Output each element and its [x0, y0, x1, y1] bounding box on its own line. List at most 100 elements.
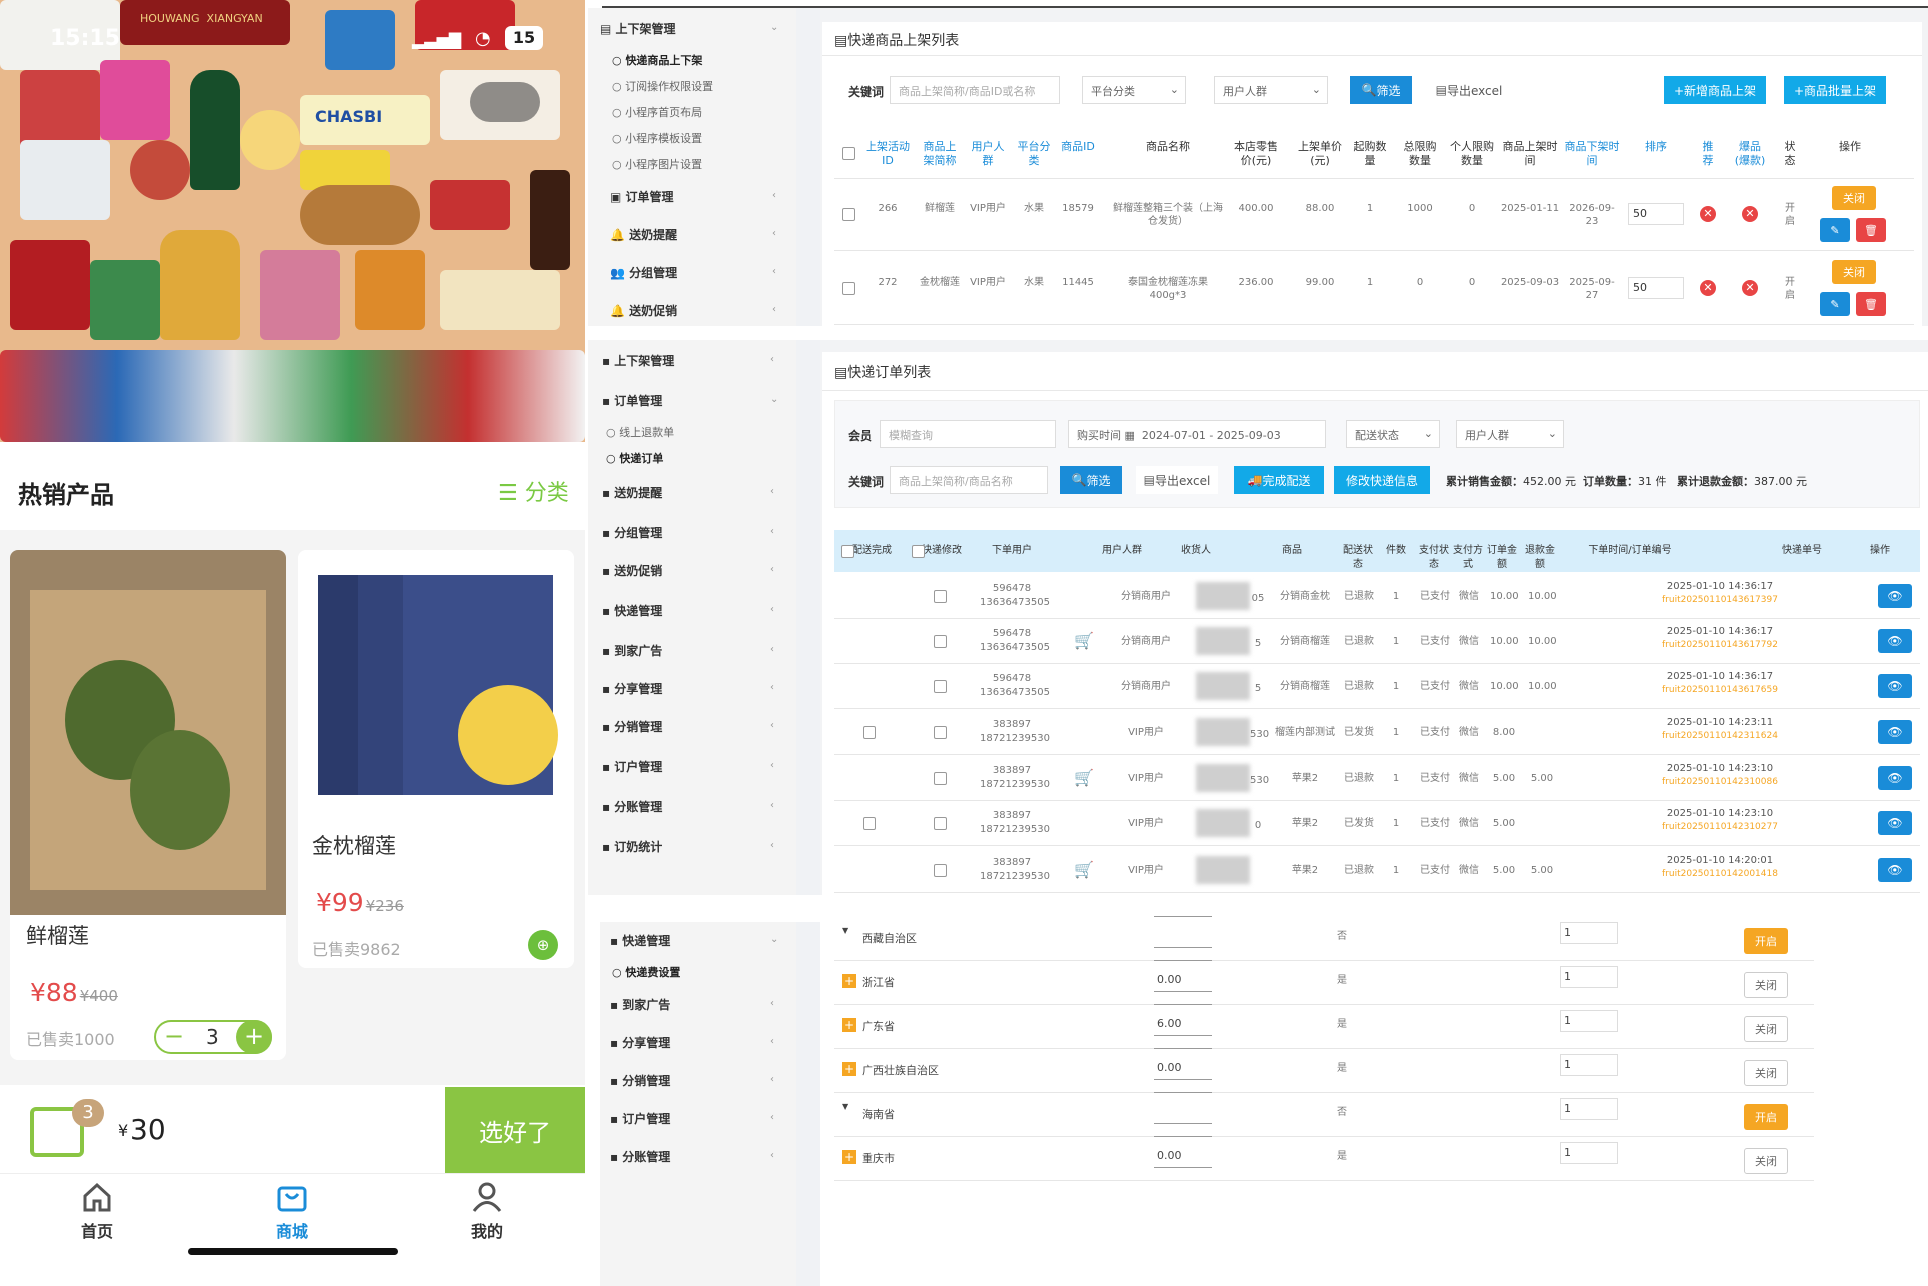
cart-icon[interactable]: 🛒 — [1074, 768, 1094, 787]
sidebar-item[interactable]: ▪ 到家广告 — [602, 642, 662, 659]
toggle-button[interactable]: 开启 — [1744, 928, 1788, 954]
edit-icon[interactable]: ✎ — [1820, 218, 1850, 242]
group-select[interactable]: 用户人群 ⌄ — [1456, 420, 1564, 448]
finish-delivery-button[interactable]: 🚚 完成配送 — [1234, 466, 1324, 494]
collapse-icon[interactable]: ▼ — [842, 1102, 848, 1111]
close-circle-icon[interactable]: ✕ — [1742, 280, 1758, 296]
sidebar-item[interactable]: ○ 线上退款单 — [606, 424, 674, 440]
sort-input[interactable]: 50 — [1628, 203, 1684, 225]
fee-input[interactable] — [1154, 926, 1212, 948]
row-checkbox[interactable] — [934, 864, 947, 877]
sidebar-item[interactable]: ▪ 快递管理 — [610, 932, 670, 949]
expand-icon[interactable]: + — [842, 974, 856, 988]
sidebar-item-home-layout[interactable]: ○ 小程序首页布局 — [612, 104, 702, 120]
add-cart-icon[interactable]: ⊕ — [528, 930, 558, 960]
sidebar-item[interactable]: ▪ 送奶提醒 — [602, 484, 662, 501]
row-checkbox[interactable] — [934, 680, 947, 693]
close-circle-icon[interactable]: ✕ — [1700, 280, 1716, 296]
fee-input[interactable]: 0.00 — [1154, 1146, 1212, 1168]
row-checkbox[interactable] — [934, 590, 947, 603]
keyword-input[interactable]: 商品上架简称/商品ID或名称 — [890, 76, 1060, 104]
sidebar-item[interactable]: ▪ 分账管理 — [602, 798, 662, 815]
fee-input[interactable]: 0.00 — [1154, 1058, 1212, 1080]
expand-icon[interactable]: + — [842, 1150, 856, 1164]
sidebar-item[interactable]: ▪ 分享管理 — [610, 1034, 670, 1051]
sidebar-item[interactable]: ▪ 订户管理 — [602, 758, 662, 775]
row-checkbox[interactable] — [863, 726, 876, 739]
toggle-button[interactable]: 开启 — [1744, 1104, 1788, 1130]
row-checkbox[interactable] — [842, 282, 855, 295]
eye-icon[interactable]: 👁 — [1878, 811, 1912, 835]
delete-icon[interactable]: 🗑 — [1856, 292, 1886, 316]
sidebar-item[interactable]: ▪ 订奶统计 — [602, 838, 662, 855]
row-checkbox[interactable] — [934, 817, 947, 830]
checkout-button[interactable]: 选好了 — [445, 1087, 585, 1173]
sidebar-item-groups[interactable]: 👥 分组管理 — [610, 264, 677, 281]
toggle-button[interactable]: 关闭 — [1744, 1016, 1788, 1042]
minus-button[interactable]: − — [164, 1022, 184, 1050]
sidebar-item-express-shelf[interactable]: ○ 快递商品上下架 — [612, 52, 702, 68]
sidebar-group-shelf[interactable]: ▤ 上下架管理 — [600, 20, 676, 37]
filter-button[interactable]: 🔍 筛选 — [1350, 76, 1412, 104]
close-circle-icon[interactable]: ✕ — [1742, 206, 1758, 222]
fee-input[interactable] — [1154, 1102, 1212, 1124]
date-range-input[interactable]: 购买时间 ▦ 2024-07-01 - 2025-09-03 — [1068, 420, 1326, 448]
sidebar-item-permission[interactable]: ○ 订阅操作权限设置 — [612, 78, 713, 94]
expand-icon[interactable]: + — [842, 1018, 856, 1032]
delete-icon[interactable]: 🗑 — [1856, 218, 1886, 242]
sidebar-item[interactable]: ▪ 上下架管理 — [602, 352, 674, 369]
edit-icon[interactable]: ✎ — [1820, 292, 1850, 316]
fee-input[interactable]: 6.00 — [1154, 1014, 1212, 1036]
header-checkbox[interactable] — [912, 545, 925, 558]
keyword-input[interactable]: 商品上架简称/商品名称 — [890, 466, 1048, 494]
sort-input[interactable]: 1 — [1560, 1142, 1618, 1164]
add-shelf-button[interactable]: +新增商品上架 — [1664, 76, 1766, 104]
sidebar-item-orders[interactable]: ▣ 订单管理 — [610, 188, 674, 205]
toggle-button[interactable]: 关闭 — [1744, 972, 1788, 998]
cart-icon[interactable]: 🛒 — [1074, 860, 1094, 879]
sort-input[interactable]: 1 — [1560, 966, 1618, 988]
category-button[interactable]: ☰ 分类 — [498, 475, 569, 507]
eye-icon[interactable]: 👁 — [1878, 674, 1912, 698]
eye-icon[interactable]: 👁 — [1878, 584, 1912, 608]
close-button[interactable]: 关闭 — [1832, 186, 1876, 210]
sort-input[interactable]: 1 — [1560, 1010, 1618, 1032]
sidebar-item-images[interactable]: ○ 小程序图片设置 — [612, 156, 702, 172]
sort-input[interactable]: 1 — [1560, 922, 1618, 944]
sidebar-item[interactable]: ▪ 订单管理 — [602, 392, 662, 409]
member-input[interactable]: 模糊查询 — [880, 420, 1056, 448]
sidebar-item[interactable]: ▪ 送奶促销 — [602, 562, 662, 579]
toggle-button[interactable]: 关闭 — [1744, 1060, 1788, 1086]
header-checkbox[interactable] — [841, 545, 854, 558]
sidebar-item-template[interactable]: ○ 小程序模板设置 — [612, 130, 702, 146]
filter-button[interactable]: 🔍 筛选 — [1060, 466, 1122, 494]
fee-input[interactable]: 0.00 — [1154, 970, 1212, 992]
platform-select[interactable]: 平台分类 ⌄ — [1082, 76, 1186, 104]
sidebar-item[interactable]: ▪ 到家广告 — [610, 996, 670, 1013]
group-select[interactable]: 用户人群 ⌄ — [1214, 76, 1328, 104]
export-button[interactable]: ▤ 导出excel — [1426, 76, 1512, 104]
sidebar-item[interactable]: ▪ 分账管理 — [610, 1148, 670, 1165]
row-checkbox[interactable] — [934, 635, 947, 648]
tab-home[interactable]: 首页 — [37, 1180, 157, 1242]
tab-mall[interactable]: 商城 — [232, 1180, 352, 1242]
sidebar-item[interactable]: ▪ 订户管理 — [610, 1110, 670, 1127]
export-button[interactable]: ▤ 导出excel — [1136, 466, 1218, 494]
expand-icon[interactable]: + — [842, 1062, 856, 1076]
sidebar-item-promo[interactable]: 🔔 送奶促销 — [610, 302, 677, 319]
row-checkbox[interactable] — [863, 817, 876, 830]
row-checkbox[interactable] — [934, 772, 947, 785]
toggle-button[interactable]: 关闭 — [1744, 1148, 1788, 1174]
sidebar-item-reminder[interactable]: 🔔 送奶提醒 — [610, 226, 677, 243]
row-checkbox[interactable] — [842, 208, 855, 221]
sidebar-item[interactable]: ○ 快递费设置 — [612, 964, 680, 980]
sidebar-item[interactable]: ▪ 分销管理 — [602, 718, 662, 735]
sort-input[interactable]: 1 — [1560, 1098, 1618, 1120]
sidebar-item[interactable]: ▪ 快递管理 — [602, 602, 662, 619]
eye-icon[interactable]: 👁 — [1878, 858, 1912, 882]
sidebar-item[interactable]: ○ 快递订单 — [606, 450, 663, 466]
eye-icon[interactable]: 👁 — [1878, 720, 1912, 744]
eye-icon[interactable]: 👁 — [1878, 629, 1912, 653]
modify-express-button[interactable]: 修改快递信息 — [1334, 466, 1430, 494]
eye-icon[interactable]: 👁 — [1878, 766, 1912, 790]
